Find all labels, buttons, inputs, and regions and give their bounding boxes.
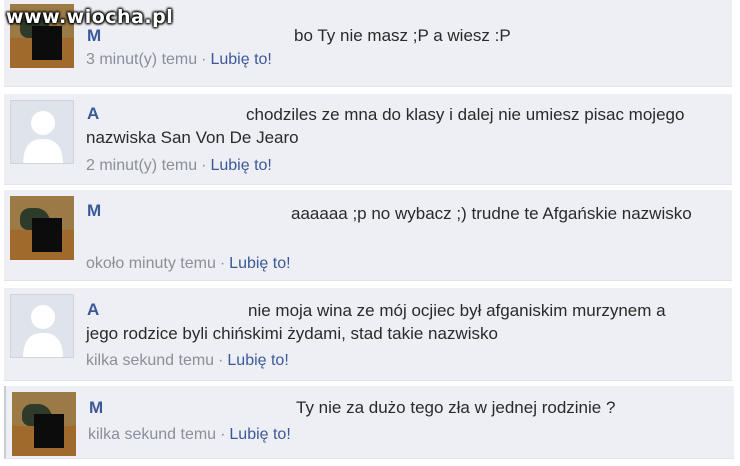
meta-separator: · [218,352,224,369]
meta-separator: · [201,157,207,174]
default-silhouette-icon [23,111,63,163]
comment-text: aaaaaa ;p no wybacz ;) trudne te Afgańsk… [291,204,692,223]
comment-item: M aaaaaa ;p no wybacz ;) trudne te Afgań… [4,190,732,281]
like-link[interactable]: Lubię to! [210,157,271,174]
comment-meta: 3 minut(y) temu · Lubię to! [86,51,272,69]
comment-meta: 2 minut(y) temu · Lubię to! [86,157,272,175]
censor-bar [32,26,62,60]
comment-item: A nie moja wina ze mój ocjiec był afgani… [4,288,732,381]
comment-author-link[interactable]: M [89,398,103,418]
censor-bar [32,218,62,252]
comment-meta: kilka sekund temu · Lubię to! [86,352,289,370]
comment-timestamp[interactable]: około minuty temu [86,255,216,272]
comment-timestamp[interactable]: 3 minut(y) temu [86,51,197,68]
comment-meta: kilka sekund temu · Lubię to! [88,426,291,444]
meta-separator: · [201,51,207,68]
comment-meta: około minuty temu · Lubię to! [86,255,291,273]
comment-item: M Ty nie za dużo tego zła w jednej rodzi… [4,386,734,459]
comment-feed: M bo Ty nie masz ;P a wiesz :P 3 minut(y… [0,0,740,466]
user-avatar[interactable] [10,294,74,358]
comment-text: Ty nie za dużo tego zła w jednej rodzini… [296,398,616,417]
default-silhouette-icon [23,305,63,357]
censor-bar [34,414,64,448]
meta-separator: · [219,255,226,272]
meta-separator: · [220,426,226,443]
user-avatar[interactable] [10,100,74,164]
comment-text: bo Ty nie masz ;P a wiesz :P [294,26,511,45]
like-link[interactable]: Lubię to! [229,426,290,443]
like-link[interactable]: Lubię to! [227,352,288,369]
comment-timestamp[interactable]: 2 minut(y) temu [86,157,197,174]
comment-timestamp[interactable]: kilka sekund temu [86,352,214,369]
like-link[interactable]: Lubię to! [229,255,290,272]
like-link[interactable]: Lubię to! [210,51,271,68]
comment-text: nie moja wina ze mój ocjiec był afganisk… [86,301,666,343]
comment-item: A chodziles ze mna do klasy i dalej nie … [4,94,732,185]
comment-text: chodziles ze mna do klasy i dalej nie um… [86,105,685,147]
user-avatar[interactable] [10,196,74,260]
site-watermark: www.wiocha.pl [6,6,174,28]
user-avatar[interactable] [12,392,76,456]
comment-author-link[interactable]: M [87,26,101,46]
comment-timestamp[interactable]: kilka sekund temu [88,426,216,443]
